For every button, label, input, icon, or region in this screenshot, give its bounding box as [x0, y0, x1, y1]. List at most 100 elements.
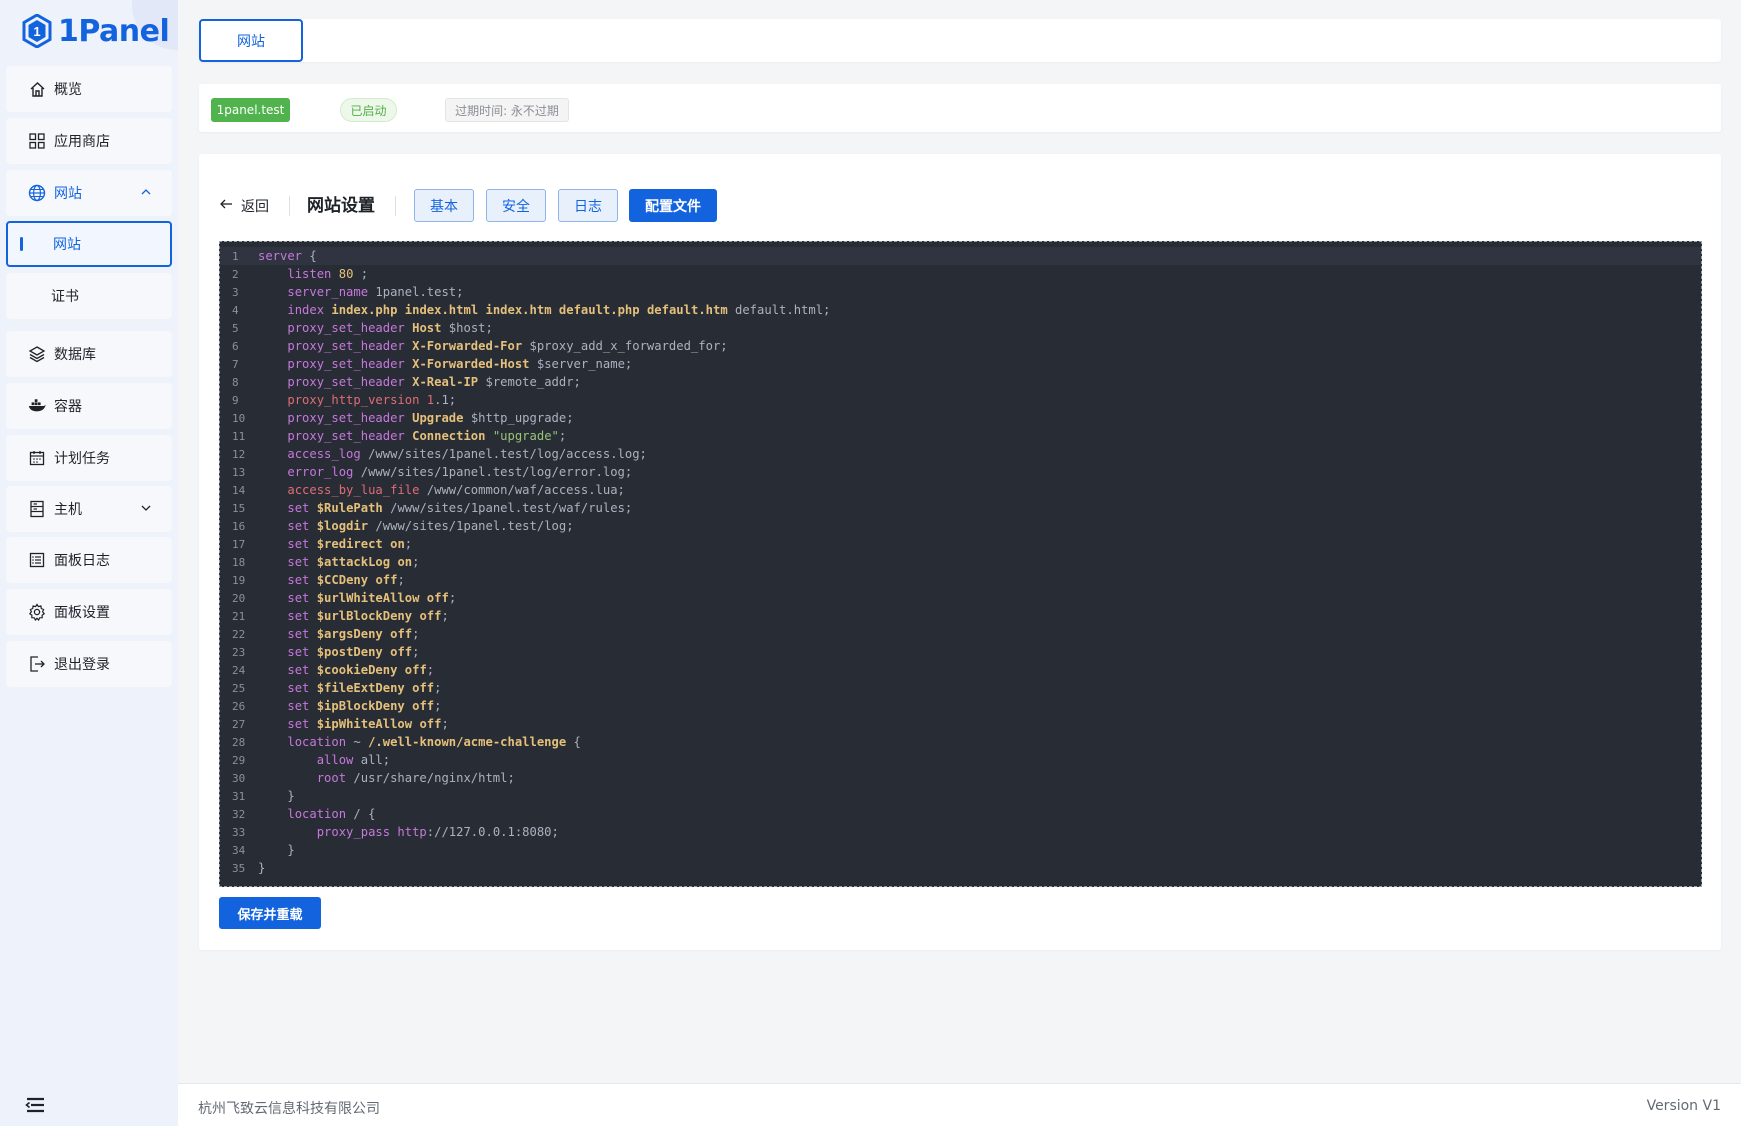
sidebar-item-label: 面板设置 — [54, 605, 110, 621]
code-line[interactable]: 6 proxy_set_header X-Forwarded-For $prox… — [220, 337, 1701, 355]
expire-badge: 过期时间: 永不过期 — [445, 98, 569, 122]
line-number: 33 — [232, 826, 246, 839]
back-button[interactable]: 返回 — [219, 194, 269, 218]
code-line[interactable]: 34 } — [220, 841, 1701, 859]
sidebar-item-appstore[interactable]: 应用商店 — [6, 118, 172, 164]
line-number: 8 — [232, 376, 239, 389]
code-text: set $logdir /www/sites/1panel.test/log; — [287, 519, 574, 533]
sidebar-item-host[interactable]: 主机 — [6, 486, 172, 532]
gear-icon — [28, 603, 46, 621]
line-number: 13 — [232, 466, 246, 479]
line-number: 26 — [232, 700, 246, 713]
tab-basic[interactable]: 基本 — [414, 189, 474, 222]
code-text: index index.php index.html index.htm def… — [287, 303, 831, 317]
code-line[interactable]: 24 set $cookieDeny off; — [220, 661, 1701, 679]
code-text: proxy_http_version 1.1; — [287, 393, 457, 407]
sidebar-item-website[interactable]: 网站 — [6, 170, 172, 216]
sidebar-subitem-certificate[interactable]: 证书 — [6, 273, 172, 319]
code-text: access_by_lua_file /www/common/waf/acces… — [287, 483, 625, 497]
code-line[interactable]: 29 allow all; — [220, 751, 1701, 769]
code-line[interactable]: 4 index index.php index.html index.htm d… — [220, 301, 1701, 319]
code-line[interactable]: 14 access_by_lua_file /www/common/waf/ac… — [220, 481, 1701, 499]
code-text: set $argsDeny off; — [287, 627, 420, 641]
code-line[interactable]: 10 proxy_set_header Upgrade $http_upgrad… — [220, 409, 1701, 427]
line-number: 1 — [232, 250, 239, 263]
code-line[interactable]: 26 set $ipBlockDeny off; — [220, 697, 1701, 715]
sidebar-item-overview[interactable]: 概览 — [6, 66, 172, 112]
code-line[interactable]: 28 location ~ /.well-known/acme-challeng… — [220, 733, 1701, 751]
code-text: } — [258, 861, 266, 875]
code-line[interactable]: 20 set $urlWhiteAllow off; — [220, 589, 1701, 607]
code-line[interactable]: 16 set $logdir /www/sites/1panel.test/lo… — [220, 517, 1701, 535]
config-code-editor[interactable]: 1 server {2 listen 80 ; 3 server_name 1pan… — [219, 241, 1702, 887]
code-text: } — [258, 843, 295, 857]
code-line[interactable]: 15 set $RulePath /www/sites/1panel.test/… — [220, 499, 1701, 517]
logo-hexagon-icon: 1 — [22, 14, 52, 48]
code-line[interactable]: 11 proxy_set_header Connection "upgrade"… — [220, 427, 1701, 445]
code-text: set $urlWhiteAllow off; — [287, 591, 457, 605]
line-number: 27 — [232, 718, 246, 731]
sidebar-item-panel-settings[interactable]: 面板设置 — [6, 589, 172, 635]
code-line[interactable]: 27 set $ipWhiteAllow off; — [220, 715, 1701, 733]
sidebar-item-label: 网站 — [53, 237, 81, 253]
line-number: 12 — [232, 448, 246, 461]
tab-log[interactable]: 日志 — [558, 189, 618, 222]
divider — [395, 196, 396, 216]
tab-website[interactable]: 网站 — [199, 19, 303, 62]
code-line[interactable]: 32 location / { — [220, 805, 1701, 823]
code-line[interactable]: 8 proxy_set_header X-Real-IP $remote_add… — [220, 373, 1701, 391]
code-line[interactable]: 21 set $urlBlockDeny off; — [220, 607, 1701, 625]
back-label: 返回 — [241, 199, 269, 215]
layers-icon — [28, 345, 46, 363]
footer: 杭州飞致云信息科技有限公司 Version V1 — [178, 1083, 1741, 1126]
code-line[interactable]: 18 set $attackLog on; — [220, 553, 1701, 571]
code-line[interactable]: 35} — [220, 859, 1701, 877]
code-text: allow all; — [316, 753, 391, 767]
line-number: 31 — [232, 790, 246, 803]
chevron-up-icon[interactable] — [140, 186, 152, 202]
code-line[interactable]: 33 proxy_pass http://127.0.0.1:8080; — [220, 823, 1701, 841]
code-line[interactable]: 23 set $postDeny off; — [220, 643, 1701, 661]
sidebar-item-container[interactable]: 容器 — [6, 383, 172, 429]
code-line[interactable]: 7 proxy_set_header X-Forwarded-Host $ser… — [220, 355, 1701, 373]
globe-icon — [28, 184, 46, 202]
code-line[interactable]: 30 root /usr/share/nginx/html; — [220, 769, 1701, 787]
docker-whale-icon — [28, 397, 46, 415]
collapse-menu-icon[interactable] — [24, 1096, 46, 1118]
code-text: set $CCDeny off; — [287, 573, 405, 587]
code-line[interactable]: 19 set $CCDeny off; — [220, 571, 1701, 589]
code-line[interactable]: 13 error_log /www/sites/1panel.test/log/… — [220, 463, 1701, 481]
sidebar-subitem-website[interactable]: 网站 — [6, 221, 172, 267]
list-document-icon — [28, 551, 46, 569]
logout-icon — [28, 655, 46, 673]
code-line[interactable]: 31 } — [220, 787, 1701, 805]
code-line[interactable]: 1 server { — [220, 247, 1701, 265]
code-line[interactable]: 22 set $argsDeny off; — [220, 625, 1701, 643]
code-line[interactable]: 12 access_log /www/sites/1panel.test/log… — [220, 445, 1701, 463]
code-line[interactable]: 25 set $fileExtDeny off; — [220, 679, 1701, 697]
chevron-down-icon[interactable] — [140, 502, 152, 518]
line-number: 2 — [232, 268, 239, 281]
code-line[interactable]: 2 listen 80 ; — [220, 265, 1701, 283]
line-number: 30 — [232, 772, 246, 785]
code-text: error_log /www/sites/1panel.test/log/err… — [287, 465, 633, 479]
sidebar-item-logout[interactable]: 退出登录 — [6, 641, 172, 687]
code-line[interactable]: 5 proxy_set_header Host $host; — [220, 319, 1701, 337]
logo[interactable]: 1 1Panel — [22, 10, 170, 52]
sidebar-item-database[interactable]: 数据库 — [6, 331, 172, 377]
code-text: location ~ /.well-known/acme-challenge { — [287, 735, 581, 749]
tab-config-file[interactable]: 配置文件 — [629, 189, 717, 222]
sidebar-item-cronjob[interactable]: 计划任务 — [6, 435, 172, 481]
line-number: 11 — [232, 430, 246, 443]
save-and-reload-button[interactable]: 保存并重载 — [219, 897, 321, 929]
sidebar-item-label: 数据库 — [54, 347, 96, 363]
code-text: root /usr/share/nginx/html; — [316, 771, 515, 785]
line-number: 18 — [232, 556, 246, 569]
tab-security[interactable]: 安全 — [486, 189, 546, 222]
line-number: 23 — [232, 646, 246, 659]
code-line[interactable]: 17 set $redirect on; — [220, 535, 1701, 553]
sidebar-item-panel-log[interactable]: 面板日志 — [6, 537, 172, 583]
code-line[interactable]: 3 server_name 1panel.test; — [220, 283, 1701, 301]
code-line[interactable]: 9 proxy_http_version 1.1; — [220, 391, 1701, 409]
divider — [289, 196, 290, 216]
